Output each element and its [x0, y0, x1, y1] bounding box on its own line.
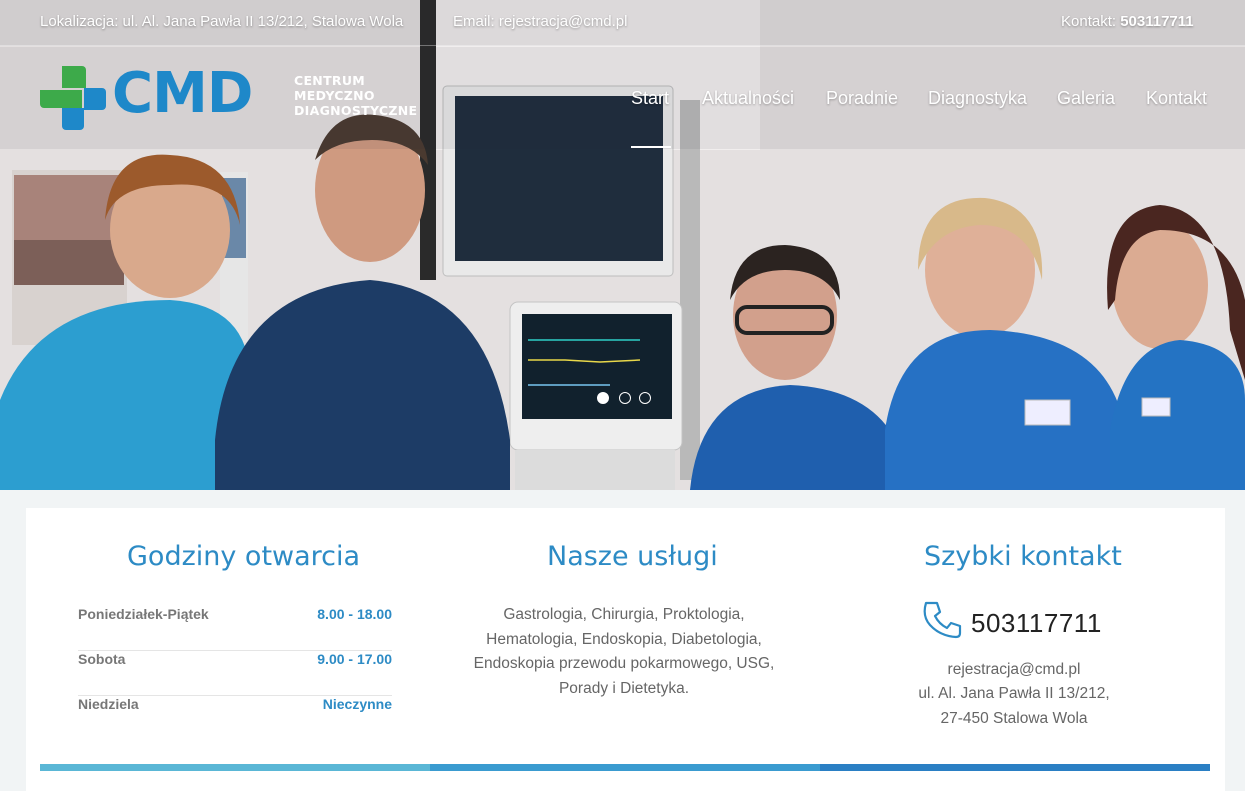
nav-start[interactable]: Start: [631, 88, 669, 109]
nav-diagnostyka[interactable]: Diagnostyka: [928, 88, 1027, 109]
quick-contact-address2: 27-450 Stalowa Wola: [940, 710, 1088, 727]
contact-phone: 503117711: [1120, 13, 1194, 30]
quick-contact-address1: ul. Al. Jana Pawła II 13/212,: [918, 685, 1110, 702]
nav-galeria[interactable]: Galeria: [1057, 88, 1115, 109]
color-bar-3: [820, 764, 1210, 771]
nav-poradnie[interactable]: Poradnie: [826, 88, 898, 109]
hours-title: Godziny otwarcia: [127, 541, 361, 572]
services-list: Gastrologia, Chirurgia, Proktologia, Hem…: [456, 603, 792, 701]
color-bars: [40, 764, 1210, 771]
hours-time: 8.00 - 18.00: [317, 606, 392, 622]
nav-kontakt[interactable]: Kontakt: [1146, 88, 1207, 109]
info-panel: Godziny otwarcia Poniedziałek-Piątek 8.0…: [26, 508, 1225, 791]
hours-day: Poniedziałek-Piątek: [78, 606, 209, 622]
nav-active-indicator: [631, 146, 671, 148]
location-text: Lokalizacja: ul. Al. Jana Pawła II 13/21…: [40, 13, 404, 30]
slider-dot-1[interactable]: [597, 392, 609, 404]
hours-row: Poniedziałek-Piątek 8.00 - 18.00: [78, 606, 392, 651]
quick-contact-title: Szybki kontakt: [924, 541, 1122, 572]
top-info-bar: Lokalizacja: ul. Al. Jana Pawła II 13/21…: [0, 0, 1245, 46]
quick-contact-email[interactable]: rejestracja@cmd.pl: [864, 661, 1164, 679]
nav-aktualnosci[interactable]: Aktualności: [702, 88, 794, 109]
services-line: Porady i Dietetyka.: [558, 679, 690, 697]
hours-day: Sobota: [78, 651, 126, 667]
color-bar-2: [430, 764, 820, 771]
hours-time: 9.00 - 17.00: [317, 651, 392, 667]
hero-slider[interactable]: Lokalizacja: ul. Al. Jana Pawła II 13/21…: [0, 0, 1245, 490]
slider-dots: [597, 392, 657, 406]
slider-dot-3[interactable]: [639, 392, 651, 404]
slider-dot-2[interactable]: [619, 392, 631, 404]
services-line: Hematologia, Endoskopia, Diabetologia,: [486, 630, 762, 648]
services-line: Gastrologia, Chirurgia, Proktologia,: [503, 606, 745, 623]
color-bar-1: [40, 764, 430, 771]
hours-day: Niedziela: [78, 696, 139, 712]
logo-line1: CENTRUM: [294, 73, 366, 88]
contact-text[interactable]: Kontakt: 503117711: [1061, 13, 1194, 30]
phone-icon: [923, 601, 962, 639]
main-nav: Start Aktualności Poradnie Diagnostyka G…: [0, 88, 1245, 148]
services-title: Nasze usługi: [547, 541, 718, 572]
email-link[interactable]: Email: rejestracja@cmd.pl: [453, 13, 627, 30]
hours-row: Sobota 9.00 - 17.00: [78, 651, 392, 696]
contact-label: Kontakt:: [1061, 13, 1121, 30]
hours-row: Niedziela Nieczynne: [78, 696, 392, 741]
services-line: Endoskopia przewodu pokarmowego, USG,: [473, 655, 775, 672]
hours-time: Nieczynne: [322, 696, 392, 712]
quick-contact-phone[interactable]: 503117711: [971, 608, 1102, 639]
